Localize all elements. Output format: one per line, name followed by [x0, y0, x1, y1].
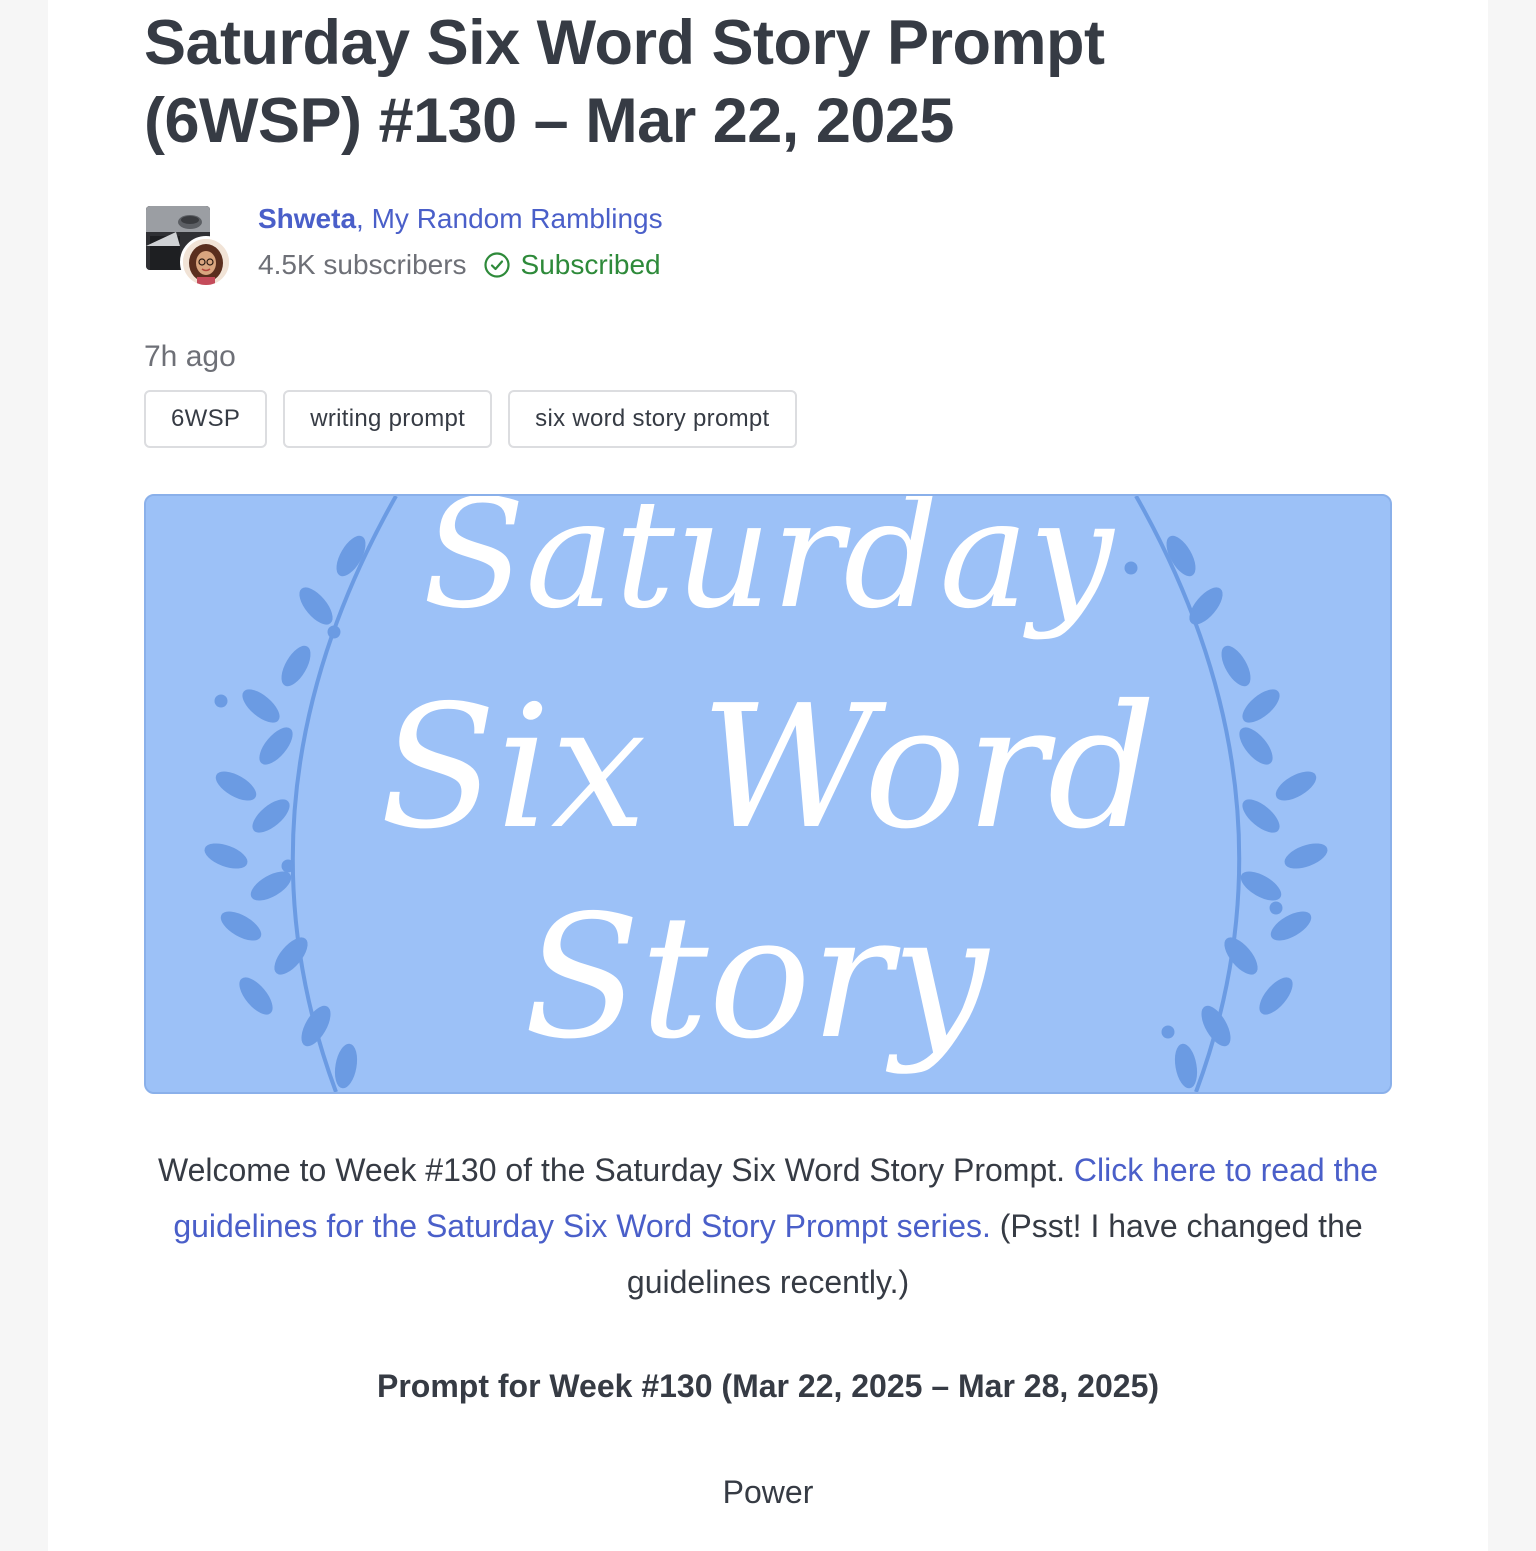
check-circle-icon — [483, 252, 510, 278]
tag-six-word-story-prompt[interactable]: six word story prompt — [508, 390, 797, 448]
hero-image[interactable]: Saturday Six Word Story — [144, 494, 1392, 1094]
intro-paragraph: Welcome to Week #130 of the Saturday Six… — [144, 1142, 1392, 1310]
byline-separator: , — [356, 203, 372, 234]
intro-text: Welcome to Week #130 of the Saturday Six… — [157, 1152, 1074, 1188]
subscribed-label: Subscribed — [520, 249, 661, 280]
post-title: Saturday Six Word Story Prompt (6WSP) #1… — [144, 8, 1105, 156]
publication-link[interactable]: My Random Ramblings — [372, 203, 663, 234]
prompt-word: Power — [722, 1474, 814, 1510]
author-byline: Shweta, My Random Ramblings — [258, 204, 663, 234]
tag-6wsp[interactable]: 6WSP — [144, 390, 268, 448]
post-page: Saturday Six Word Story Prompt (6WSP) #1… — [48, 0, 1488, 1551]
prompt-heading: Prompt for Week #130 (Mar 22, 2025 – Mar… — [376, 1368, 1160, 1404]
hero-line-2: Six Word — [380, 669, 1156, 867]
author-row: Shweta, My Random Ramblings 4.5K subscri… — [146, 204, 846, 294]
post-time: 7h ago — [144, 340, 236, 373]
tag-list: 6WSP writing prompt six word story promp… — [144, 390, 797, 448]
hero-line-1: Saturday — [423, 496, 1116, 642]
subscriber-count: 4.5K subscribers — [258, 249, 467, 280]
subscription-line: 4.5K subscribers Subscribed — [258, 250, 661, 280]
subscribed-button[interactable]: Subscribed — [483, 250, 661, 280]
hero-line-3: Story — [524, 879, 990, 1077]
author-avatar[interactable] — [180, 236, 232, 288]
author-name-link[interactable]: Shweta — [258, 203, 356, 234]
tag-writing-prompt[interactable]: writing prompt — [283, 390, 493, 448]
